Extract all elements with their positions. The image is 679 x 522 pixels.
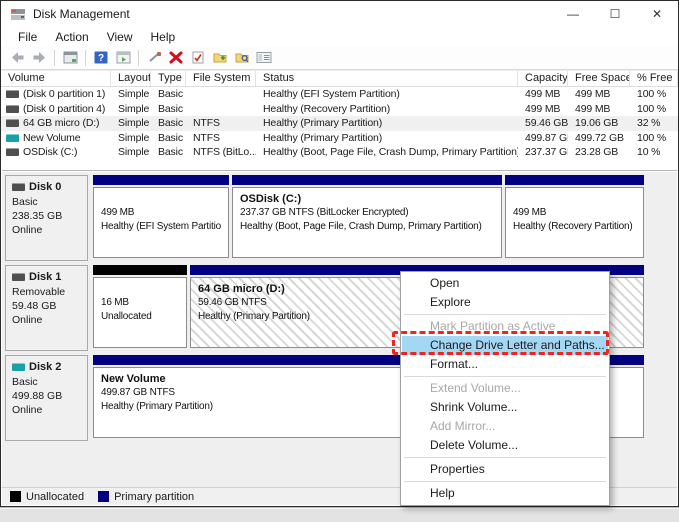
maximize-button[interactable]: ☐ [594, 1, 636, 27]
disk-status: Online [12, 404, 43, 416]
app-icon [11, 8, 25, 20]
probe-icon[interactable] [143, 48, 165, 68]
table-row[interactable]: (Disk 0 partition 1) Simple Basic Health… [1, 87, 678, 102]
back-icon[interactable] [6, 48, 28, 68]
disk-icon [12, 273, 25, 281]
disk-type: Basic [12, 376, 38, 388]
minimize-button[interactable]: — [552, 1, 594, 27]
table-row-selected[interactable]: 64 GB micro (D:) Simple Basic NTFS Healt… [1, 116, 678, 131]
partition-recovery[interactable]: 499 MB Healthy (Recovery Partition) [505, 175, 644, 261]
legend-primary-partition: Primary partition [98, 491, 194, 503]
col-capacity[interactable]: Capacity [518, 71, 568, 86]
volume-list: Volume Layout Type File System Status Ca… [1, 70, 678, 160]
partition-color-bar [232, 175, 502, 185]
drive-icon [6, 104, 19, 113]
col-volume[interactable]: Volume [1, 71, 111, 86]
disk-type: Basic [12, 196, 38, 208]
menu-view[interactable]: View [98, 28, 142, 46]
disk-icon [12, 183, 25, 191]
menu-item-add-mirror: Add Mirror... [430, 419, 496, 433]
forward-icon[interactable] [28, 48, 50, 68]
disk-type: Removable [12, 286, 66, 298]
col-free-space[interactable]: Free Space [568, 71, 630, 86]
menu-item-extend-volume: Extend Volume... [430, 381, 521, 395]
toolbar-separator [138, 49, 139, 66]
disk-1-label[interactable]: Disk 1 Removable 59.48 GB Online [5, 265, 88, 351]
table-row[interactable]: (Disk 0 partition 4) Simple Basic Health… [1, 102, 678, 117]
window-title: Disk Management [33, 7, 130, 21]
partition-unallocated[interactable]: 16 MB Unallocated [93, 265, 187, 351]
disk-icon [12, 363, 25, 371]
col-status[interactable]: Status [256, 71, 518, 86]
menu-item-format[interactable]: Format... [402, 355, 608, 374]
check-document-icon[interactable] [187, 48, 209, 68]
legend-unallocated: Unallocated [10, 491, 84, 503]
partition-osdisk-c[interactable]: OSDisk (C:) 237.37 GB NTFS (BitLocker En… [232, 175, 502, 261]
primary-partition-swatch [98, 491, 110, 502]
toolbar: ? [1, 46, 678, 70]
col-pct-free[interactable]: % Free [630, 71, 678, 86]
folder-search-icon[interactable] [231, 48, 253, 68]
drive-icon [6, 119, 19, 128]
disk-size: 499.88 GB [12, 390, 63, 402]
title-bar[interactable]: Disk Management — ☐ ✕ [1, 1, 678, 27]
svg-text:?: ? [98, 53, 104, 64]
delete-cross-icon[interactable] [165, 48, 187, 68]
partition-color-bar [505, 175, 644, 185]
drive-icon [6, 148, 19, 157]
properties-list-icon[interactable] [253, 48, 275, 68]
toolbar-separator [54, 49, 55, 66]
unallocated-swatch [10, 491, 21, 502]
col-type[interactable]: Type [151, 71, 186, 86]
menu-separator [404, 314, 606, 315]
screen: Disk Management — ☐ ✕ File Action View H… [0, 0, 679, 522]
menu-bar: File Action View Help [1, 27, 678, 46]
help-icon[interactable]: ? [90, 48, 112, 68]
menu-item-shrink-volume[interactable]: Shrink Volume... [402, 398, 608, 417]
menu-item-change-drive-letter[interactable]: Change Drive Letter and Paths... [402, 336, 608, 355]
context-menu: Open Explore Mark Partition as Active Ch… [400, 271, 610, 506]
console-window-icon[interactable] [59, 48, 81, 68]
menu-item-delete-volume[interactable]: Delete Volume... [402, 436, 608, 455]
drive-icon [6, 133, 19, 142]
menu-action[interactable]: Action [46, 28, 97, 46]
drive-icon [6, 90, 19, 99]
menu-item-open[interactable]: Open [402, 274, 608, 293]
menu-item-properties[interactable]: Properties [402, 460, 608, 479]
toolbar-separator [85, 49, 86, 66]
volume-list-header: Volume Layout Type File System Status Ca… [1, 70, 678, 87]
menu-item-explore[interactable]: Explore [402, 293, 608, 312]
partition-color-bar [93, 265, 187, 275]
disk-2-label[interactable]: Disk 2 Basic 499.88 GB Online [5, 355, 88, 441]
disk-size: 59.48 GB [12, 300, 57, 312]
disk-0-label[interactable]: Disk 0 Basic 238.35 GB Online [5, 175, 88, 261]
partition-efi[interactable]: 499 MB Healthy (EFI System Partition) [93, 175, 229, 261]
menu-help[interactable]: Help [142, 28, 185, 46]
console-show-icon[interactable] [112, 48, 134, 68]
menu-item-mark-partition-active: Mark Partition as Active [430, 319, 556, 333]
menu-item-help[interactable]: Help [402, 484, 608, 503]
table-row[interactable]: OSDisk (C:) Simple Basic NTFS (BitLo... … [1, 145, 678, 160]
close-button[interactable]: ✕ [636, 1, 678, 27]
menu-separator [404, 481, 606, 482]
table-row[interactable]: New Volume Simple Basic NTFS Healthy (Pr… [1, 131, 678, 146]
disk-status: Online [12, 314, 43, 326]
partition-color-bar [93, 175, 229, 185]
disk-status: Online [12, 224, 43, 236]
bottom-strip [0, 507, 679, 522]
col-layout[interactable]: Layout [111, 71, 151, 86]
menu-separator [404, 376, 606, 377]
folder-export-icon[interactable] [209, 48, 231, 68]
menu-file[interactable]: File [9, 28, 46, 46]
disk-size: 238.35 GB [12, 210, 63, 222]
disk-0-row: Disk 0 Basic 238.35 GB Online 499 MB Hea… [2, 175, 677, 261]
menu-separator [404, 457, 606, 458]
col-file-system[interactable]: File System [186, 71, 256, 86]
